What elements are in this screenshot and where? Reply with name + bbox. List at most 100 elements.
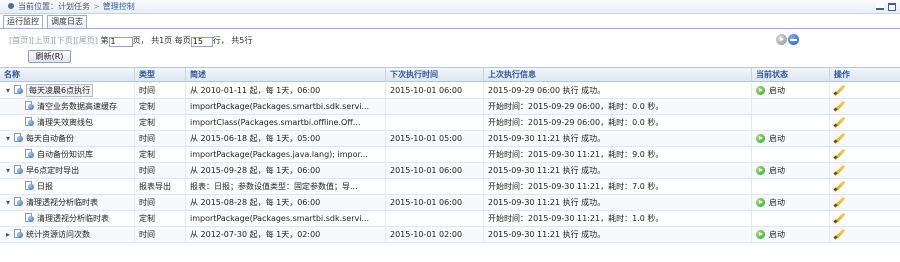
expand-arrow-icon[interactable]: ▾ [4,163,12,178]
table-row[interactable]: ▾ 早6点定时导出 时间从 2015-09-28 起，每 1天，06:00 2015-… [0,163,900,179]
table-row[interactable]: ▸ 统计资源访问次数 时间从 2012-07-30 起，每 1天，02:00 2015… [0,227,900,243]
tab-run-monitor[interactable]: 运行监控 [3,15,43,29]
cell-last: 2015-09-30 11:21 执行 成功。 [484,195,752,210]
task-name[interactable]: 清空业务数据高速缓存 [37,102,117,111]
column-header-name[interactable]: 名称 [0,68,135,82]
task-name[interactable]: 每天自动备份 [26,134,74,143]
table-row[interactable]: 自动备份知识库 定制 importPackage(Packages.java.lan… [0,147,900,163]
task-name[interactable]: 清理透视分析临时表 [37,214,109,223]
expand-arrow-icon[interactable]: ▾ [4,83,12,98]
name-wrap: ▸ 统计资源访问次数 [4,227,90,242]
minimize-icon[interactable] [876,4,884,10]
task-name[interactable]: 每天凌晨6点执行 [26,84,94,97]
cell-desc: 从 2015-06-18 起，每 1天，05:00 [186,131,386,146]
schedule-task-icon [13,197,23,207]
task-name[interactable]: 清理失效离线包 [37,118,93,127]
status-text: 启动 [769,166,785,175]
column-header-next-run[interactable]: 下次执行时间 [386,68,484,82]
page-number-input[interactable] [108,36,133,47]
expand-arrow-icon[interactable]: ▾ [4,131,12,146]
cell-next [386,211,484,226]
task-name[interactable]: 日报 [37,182,53,191]
cell-last: 开始时间：2015-09-30 11:21，耗时：1.0 秒。 [484,211,752,226]
cell-status: 启动 [752,195,830,210]
cell-status [752,147,830,162]
pager-prev-link[interactable]: [上页] [31,36,53,45]
table-row[interactable]: 日报 报表导出 报表：日报；参数设值类型：固定参数值；导... 开始时间：2015-0… [0,179,900,195]
expand-arrow-icon[interactable]: ▾ [4,195,12,210]
cell-status: 启动 [752,163,830,178]
cell-name: 日报 [0,179,135,194]
table-row[interactable]: ▾ 清理透视分析临时表 时间从 2015-08-28 起，每 1天，06:00 201… [0,195,900,211]
subtask-icon [24,101,34,111]
cell-name: ▾ 清理透视分析临时表 [0,195,135,210]
column-header-type[interactable]: 类型 [135,68,186,82]
cell-type: 时间 [135,163,186,178]
cell-last: 2015-09-30 11:21 执行 成功。 [484,131,752,146]
cell-next [386,147,484,162]
edit-pencil-icon[interactable] [834,115,846,127]
table-row[interactable]: ▾ 每天凌晨6点执行 时间从 2010-01-11 起，每 1天，06:00 2015… [0,83,900,99]
table-row[interactable]: ▾ 每天自动备份 时间从 2015-06-18 起，每 1天，05:00 2015-1… [0,131,900,147]
location-dot-icon [8,3,14,9]
edit-pencil-icon[interactable] [834,195,846,207]
status-running-icon [756,134,765,143]
table-row[interactable]: 清理失效离线包 定制 importClass(Packages.smartbi.of… [0,115,900,131]
edit-pencil-icon[interactable] [834,211,846,223]
breadcrumb-item-plan-task[interactable]: 计划任务 [58,2,90,11]
pager-next-link[interactable]: [下页] [54,36,76,45]
pager-page-prefix: 第 [100,36,109,45]
name-wrap: ▾ 清理透视分析临时表 [4,195,98,210]
table-row[interactable]: 清空业务数据高速缓存 定制 importPackage(Packages.smart… [0,99,900,115]
cell-name: ▾ 早6点定时导出 [0,163,135,178]
cell-desc: 从 2015-09-28 起，每 1天，06:00 [186,163,386,178]
edit-pencil-icon[interactable] [834,147,846,159]
cell-desc: 报表：日报；参数设值类型：固定参数值；导... [186,179,386,194]
edit-pencil-icon[interactable] [834,179,846,191]
pager-first-link[interactable]: [首页] [9,36,31,45]
edit-pencil-icon[interactable] [834,83,846,95]
cell-last: 开始时间：2015-09-29 06:00，耗时：0.0 秒。 [484,99,752,114]
table-row[interactable]: 清理透视分析临时表 定制 importPackage(Packages.smartb… [0,211,900,227]
column-header-last-run[interactable]: 上次执行信息 [484,68,752,82]
task-name[interactable]: 早6点定时导出 [26,166,79,175]
cell-last: 2015-09-29 06:00 执行 成功。 [484,83,752,98]
collapsed-arrow-icon[interactable]: ▸ [4,227,12,242]
column-header-status[interactable]: 当前状态 [752,68,830,82]
task-name[interactable]: 清理透视分析临时表 [26,198,98,207]
collapse-circle-icon[interactable] [788,34,799,45]
edit-pencil-icon[interactable] [834,99,846,111]
breadcrumb-bar: 当前位置：计划任务 > 管理控制 [0,0,900,14]
cell-type: 时间 [135,83,186,98]
cell-type: 定制 [135,99,186,114]
maximize-icon[interactable] [888,3,896,11]
cell-status [752,115,830,130]
cell-action [830,147,900,162]
refresh-button[interactable]: 刷新(R) [28,50,71,63]
cell-last: 开始时间：2015-09-30 11:21，耗时：9.0 秒。 [484,147,752,162]
cell-action [830,115,900,130]
cell-desc: 从 2012-07-30 起，每 1天，02:00 [186,227,386,242]
edit-pencil-icon[interactable] [834,227,846,239]
cell-type: 报表导出 [135,179,186,194]
column-header-desc[interactable]: 简述 [186,68,386,82]
cell-next: 2015-10-01 02:00 [386,227,484,242]
edit-pencil-icon[interactable] [834,163,846,175]
cell-status: 启动 [752,83,830,98]
cell-type: 定制 [135,147,186,162]
edit-pencil-icon[interactable] [834,131,846,143]
task-name[interactable]: 自动备份知识库 [37,150,93,159]
cell-status: 启动 [752,131,830,146]
pager-last-link[interactable]: [尾页] [76,36,98,45]
tab-schedule-log[interactable]: 调度日志 [47,15,87,28]
name-wrap: 日报 [24,179,53,194]
cell-type: 时间 [135,131,186,146]
cell-action [830,163,900,178]
name-wrap: 清理透视分析临时表 [24,211,109,226]
cell-next [386,99,484,114]
status-text: 启动 [769,230,785,239]
rows-per-page-input[interactable] [190,36,213,47]
play-circle-icon[interactable] [776,34,787,45]
task-name[interactable]: 统计资源访问次数 [26,230,90,239]
name-wrap: ▾ 每天自动备份 [4,131,74,146]
